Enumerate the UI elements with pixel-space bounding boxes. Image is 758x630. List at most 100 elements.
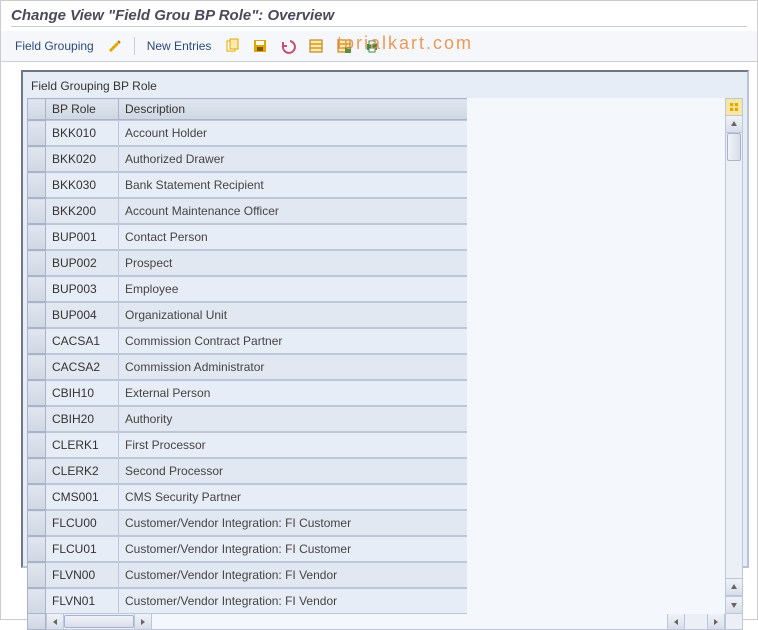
scroll-thumb[interactable] <box>727 133 741 161</box>
cell-description[interactable]: First Processor <box>119 433 468 458</box>
row-selector[interactable] <box>28 563 46 588</box>
new-entries-button[interactable]: New Entries <box>143 37 216 55</box>
table-row[interactable]: BUP003Employee <box>27 276 468 302</box>
table-row[interactable]: CBIH10External Person <box>27 380 468 406</box>
scroll-page-up-icon[interactable] <box>726 578 742 596</box>
row-selector[interactable] <box>28 121 46 146</box>
hscroll-left-track[interactable] <box>64 614 134 629</box>
scroll-up-icon[interactable] <box>726 116 742 133</box>
table-row[interactable]: FLCU00Customer/Vendor Integration: FI Cu… <box>27 510 468 536</box>
row-selector[interactable] <box>28 303 46 328</box>
cell-description[interactable]: Customer/Vendor Integration: FI Vendor <box>119 589 468 614</box>
row-selector[interactable] <box>28 511 46 536</box>
cell-role[interactable]: CBIH10 <box>46 381 119 406</box>
table-row[interactable]: BUP002Prospect <box>27 250 468 276</box>
cell-role[interactable]: CBIH20 <box>46 407 119 432</box>
row-selector[interactable] <box>28 199 46 224</box>
cell-role[interactable]: FLVN01 <box>46 589 119 614</box>
select-all-icon[interactable] <box>305 35 327 57</box>
hscroll-right-arrow-icon[interactable] <box>134 614 151 629</box>
table-row[interactable]: BUP001Contact Person <box>27 224 468 250</box>
row-selector[interactable] <box>28 381 46 406</box>
table-row[interactable]: CLERK1First Processor <box>27 432 468 458</box>
row-selector[interactable] <box>28 173 46 198</box>
cell-description[interactable]: Commission Administrator <box>119 355 468 380</box>
print-icon[interactable] <box>361 35 383 57</box>
table-row[interactable]: BUP004Organizational Unit <box>27 302 468 328</box>
cell-role[interactable]: CACSA2 <box>46 355 119 380</box>
table-row[interactable]: BKK010Account Holder <box>27 120 468 146</box>
cell-role[interactable]: BKK020 <box>46 147 119 172</box>
row-selector[interactable] <box>28 485 46 510</box>
undo-icon[interactable] <box>277 35 299 57</box>
toggle-icon[interactable] <box>104 35 126 57</box>
table-row[interactable]: CMS001CMS Security Partner <box>27 484 468 510</box>
cell-description[interactable]: Account Holder <box>119 121 468 146</box>
cell-role[interactable]: BUP002 <box>46 251 119 276</box>
table-row[interactable]: CACSA1Commission Contract Partner <box>27 328 468 354</box>
cell-role[interactable]: CACSA1 <box>46 329 119 354</box>
cell-description[interactable]: Prospect <box>119 251 468 276</box>
cell-role[interactable]: CLERK2 <box>46 459 119 484</box>
cell-role[interactable]: BUP004 <box>46 303 119 328</box>
table-row[interactable]: BKK030Bank Statement Recipient <box>27 172 468 198</box>
cell-role[interactable]: BKK010 <box>46 121 119 146</box>
cell-description[interactable]: Commission Contract Partner <box>119 329 468 354</box>
hscroll-left-thumb[interactable] <box>64 615 134 628</box>
cell-role[interactable]: FLVN00 <box>46 563 119 588</box>
cell-description[interactable]: Authority <box>119 407 468 432</box>
scroll-down-icon[interactable] <box>726 596 742 613</box>
cell-description[interactable]: Customer/Vendor Integration: FI Customer <box>119 537 468 562</box>
row-selector[interactable] <box>28 355 46 380</box>
deselect-all-icon[interactable] <box>333 35 355 57</box>
cell-role[interactable]: BUP001 <box>46 225 119 250</box>
hscroll2-left-arrow-icon[interactable] <box>668 614 685 629</box>
cell-role[interactable]: CLERK1 <box>46 433 119 458</box>
cell-role[interactable]: FLCU00 <box>46 511 119 536</box>
scroll-track[interactable] <box>726 133 742 578</box>
cell-description[interactable]: Second Processor <box>119 459 468 484</box>
table-row[interactable]: CLERK2Second Processor <box>27 458 468 484</box>
row-selector[interactable] <box>28 459 46 484</box>
row-selector[interactable] <box>28 225 46 250</box>
row-selector[interactable] <box>28 537 46 562</box>
table-row[interactable]: BKK200Account Maintenance Officer <box>27 198 468 224</box>
select-all-header[interactable] <box>28 99 46 120</box>
table-row[interactable]: CBIH20Authority <box>27 406 468 432</box>
cell-description[interactable]: Authorized Drawer <box>119 147 468 172</box>
cell-role[interactable]: BKK200 <box>46 199 119 224</box>
copy-icon[interactable] <box>221 35 243 57</box>
cell-description[interactable]: Customer/Vendor Integration: FI Vendor <box>119 563 468 588</box>
row-selector[interactable] <box>28 589 46 614</box>
save-icon[interactable] <box>249 35 271 57</box>
row-selector[interactable] <box>28 433 46 458</box>
cell-description[interactable]: Account Maintenance Officer <box>119 199 468 224</box>
table-row[interactable]: FLVN00Customer/Vendor Integration: FI Ve… <box>27 562 468 588</box>
row-selector[interactable] <box>28 147 46 172</box>
column-header-desc[interactable]: Description <box>119 99 468 120</box>
column-header-role[interactable]: BP Role <box>46 99 119 120</box>
row-selector[interactable] <box>28 277 46 302</box>
table-row[interactable]: BKK020Authorized Drawer <box>27 146 468 172</box>
hscroll2-right-arrow-icon[interactable] <box>707 614 724 629</box>
table-row[interactable]: CACSA2Commission Administrator <box>27 354 468 380</box>
table-row[interactable]: FLCU01Customer/Vendor Integration: FI Cu… <box>27 536 468 562</box>
hscroll-left-arrow-icon[interactable] <box>47 614 64 629</box>
cell-role[interactable]: CMS001 <box>46 485 119 510</box>
cell-description[interactable]: CMS Security Partner <box>119 485 468 510</box>
row-selector[interactable] <box>28 251 46 276</box>
row-selector[interactable] <box>28 329 46 354</box>
hscroll2-track[interactable] <box>685 614 707 629</box>
cell-role[interactable]: FLCU01 <box>46 537 119 562</box>
table-row[interactable]: FLVN01Customer/Vendor Integration: FI Ve… <box>27 588 468 614</box>
cell-role[interactable]: BKK030 <box>46 173 119 198</box>
table-settings-icon[interactable] <box>726 99 742 116</box>
cell-description[interactable]: External Person <box>119 381 468 406</box>
cell-description[interactable]: Customer/Vendor Integration: FI Customer <box>119 511 468 536</box>
row-selector[interactable] <box>28 407 46 432</box>
cell-role[interactable]: BUP003 <box>46 277 119 302</box>
cell-description[interactable]: Employee <box>119 277 468 302</box>
cell-description[interactable]: Organizational Unit <box>119 303 468 328</box>
cell-description[interactable]: Contact Person <box>119 225 468 250</box>
cell-description[interactable]: Bank Statement Recipient <box>119 173 468 198</box>
